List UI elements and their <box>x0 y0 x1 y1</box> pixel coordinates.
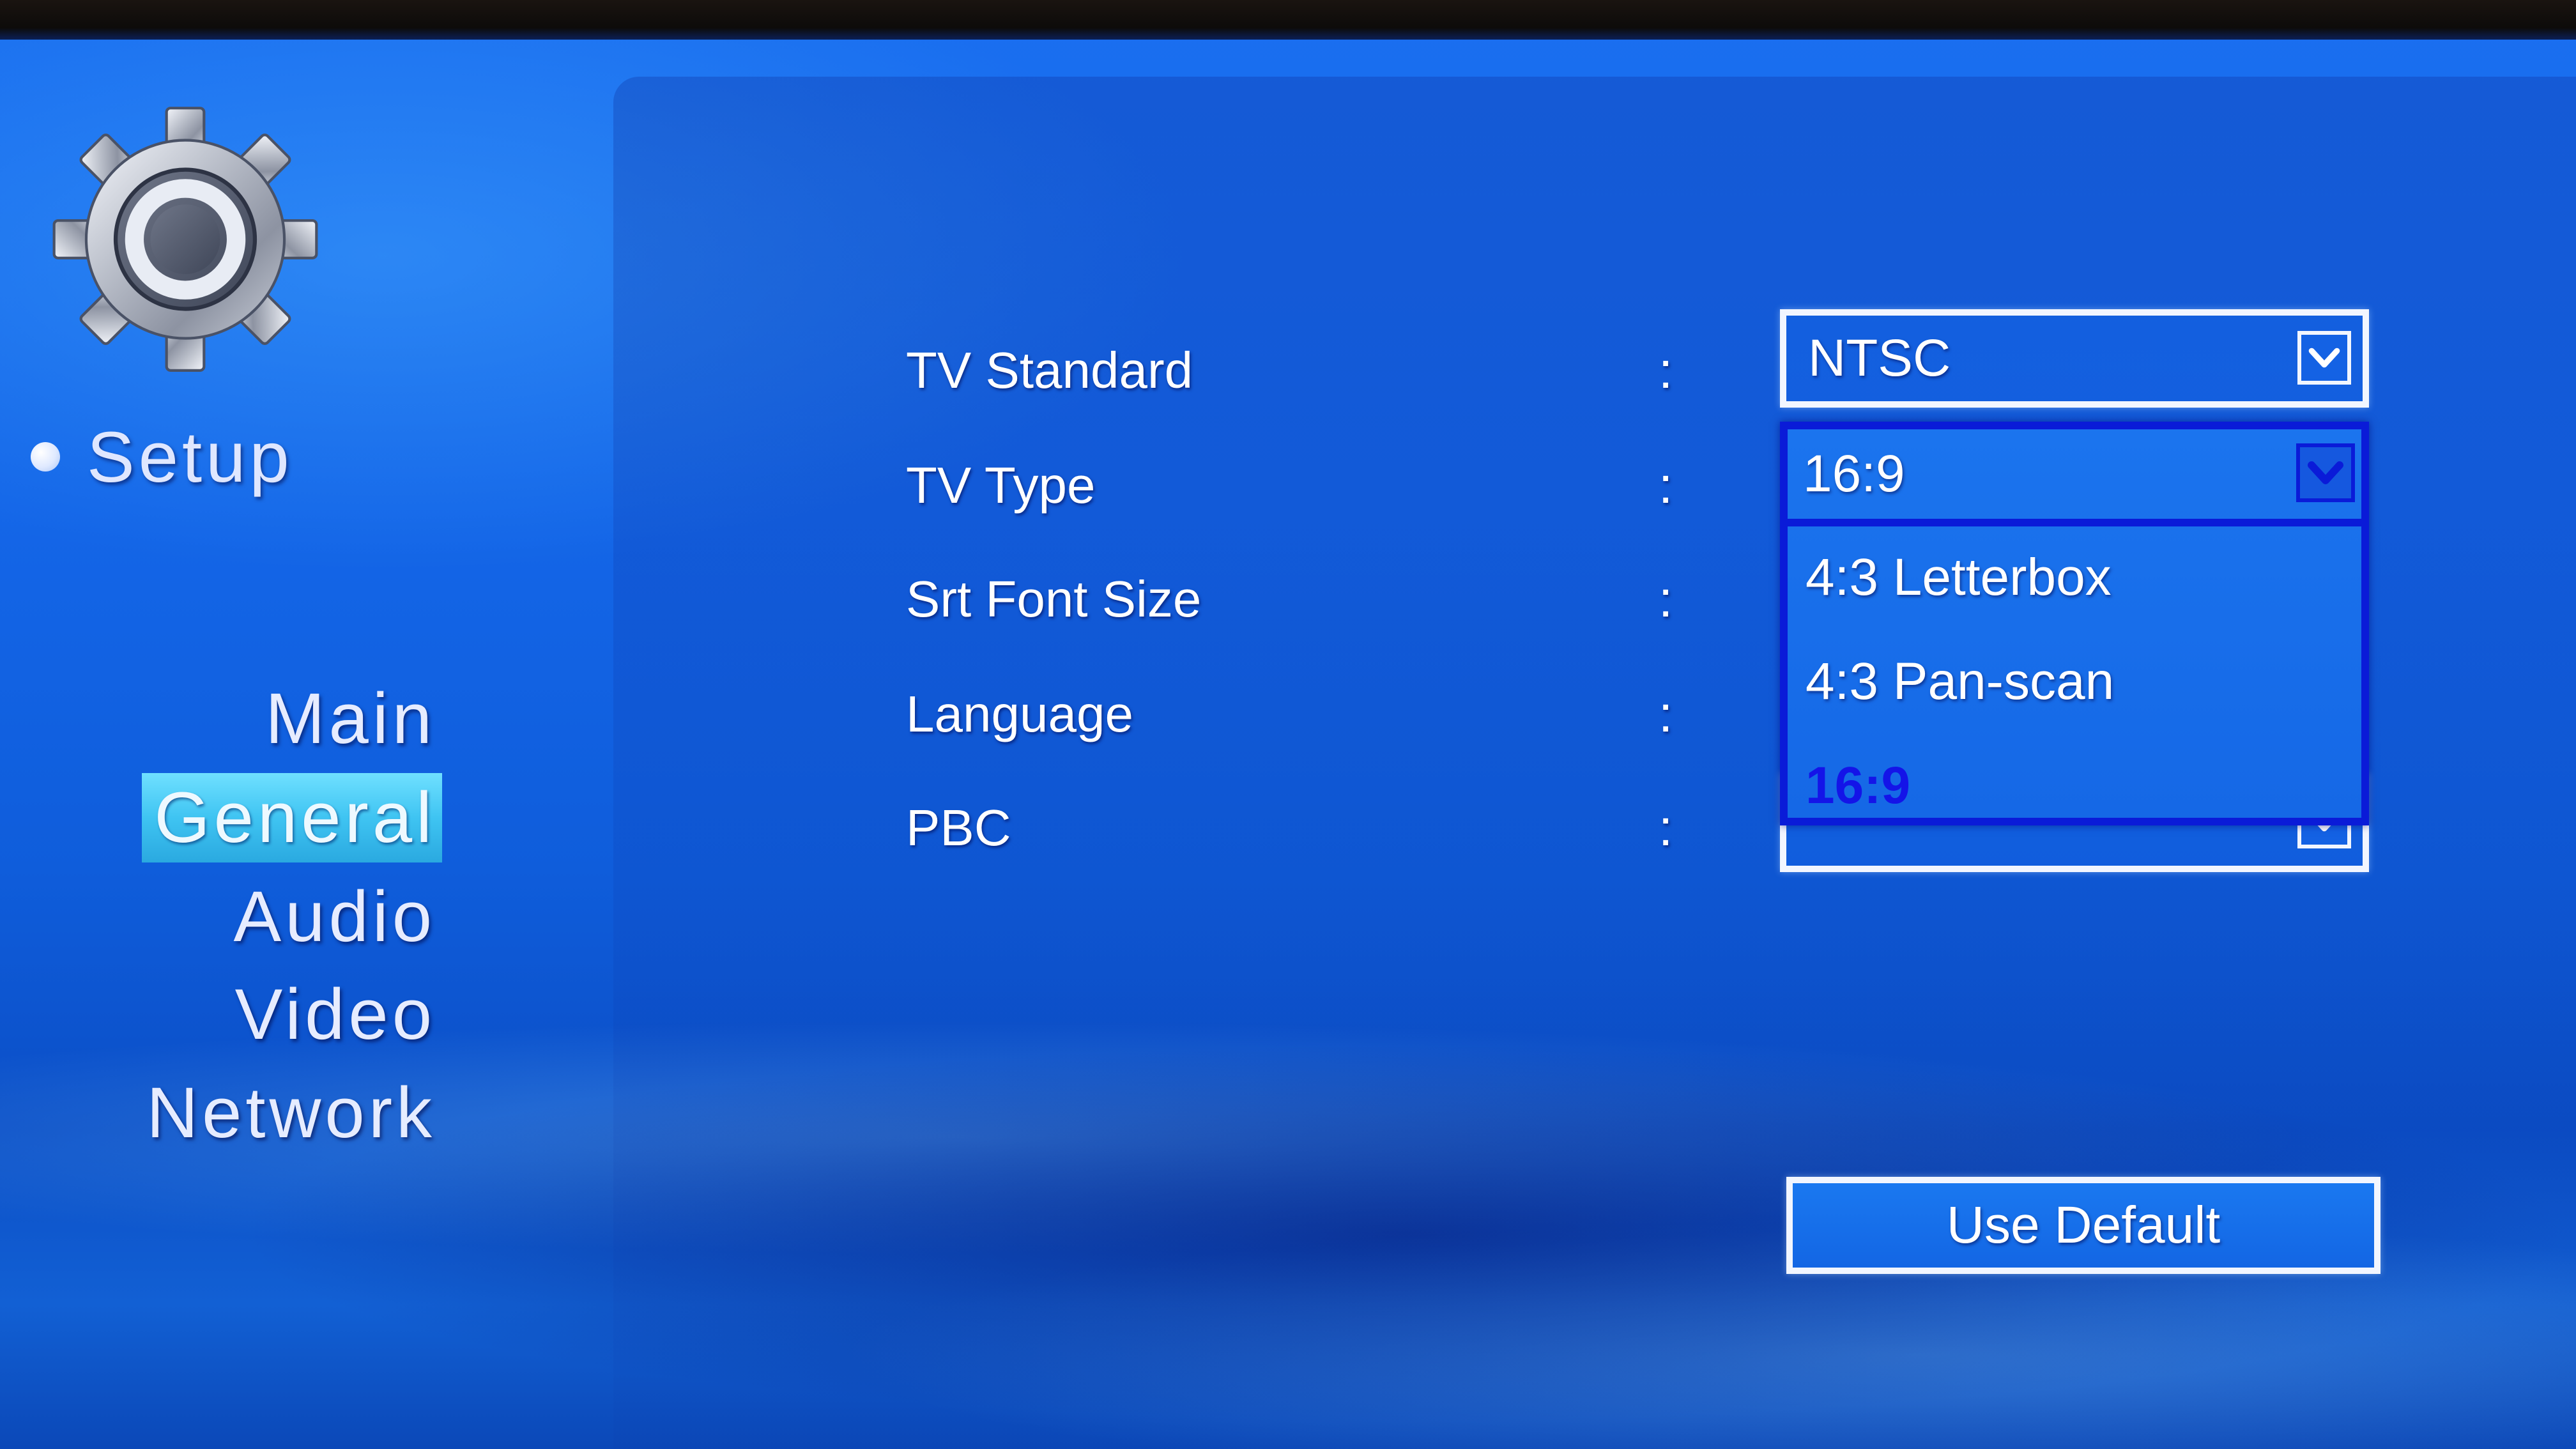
setting-label: PBC <box>906 799 1011 856</box>
setting-label: Language <box>906 686 1133 742</box>
tv-standard-value: NTSC <box>1808 329 1951 387</box>
tv-bezel <box>0 0 2576 40</box>
dropdown-option-letterbox[interactable]: 4:3 Letterbox <box>1805 533 2112 622</box>
menu-item-audio[interactable]: Audio <box>227 872 442 962</box>
setup-bullet-icon <box>31 442 60 471</box>
dropdown-option-pan-scan[interactable]: 4:3 Pan-scan <box>1805 637 2114 726</box>
setting-label: TV Standard <box>906 342 1193 399</box>
tv-type-dropdown[interactable]: 16:9 4:3 Letterbox 4:3 Pan-scan 16:9 <box>1780 422 2369 825</box>
chevron-down-icon[interactable] <box>2296 443 2355 502</box>
setting-separator: : <box>1659 571 1673 627</box>
setup-screen: Setup Main General Audio Video Network T… <box>0 0 2576 1449</box>
setting-separator: : <box>1659 342 1673 399</box>
gear-icon <box>51 105 319 387</box>
tv-type-select[interactable]: 16:9 <box>1788 429 2361 526</box>
use-default-button[interactable]: Use Default <box>1786 1177 2380 1274</box>
menu-item-video[interactable]: Video <box>229 970 442 1059</box>
setting-label: Srt Font Size <box>906 571 1202 627</box>
dropdown-option-16-9[interactable]: 16:9 <box>1805 741 1910 831</box>
setting-separator: : <box>1659 686 1673 742</box>
setting-label: TV Type <box>906 457 1096 514</box>
tv-standard-select[interactable]: NTSC <box>1780 309 2369 408</box>
menu-item-general[interactable]: General <box>141 773 442 862</box>
setting-separator: : <box>1659 799 1673 856</box>
menu-item-main[interactable]: Main <box>259 674 442 763</box>
tv-type-value: 16:9 <box>1803 445 1905 503</box>
setup-title: Setup <box>87 417 293 497</box>
setting-separator: : <box>1659 457 1673 514</box>
chevron-down-icon[interactable] <box>2297 331 2351 385</box>
menu-item-network[interactable]: Network <box>140 1068 442 1158</box>
setup-heading: Setup <box>31 415 293 498</box>
